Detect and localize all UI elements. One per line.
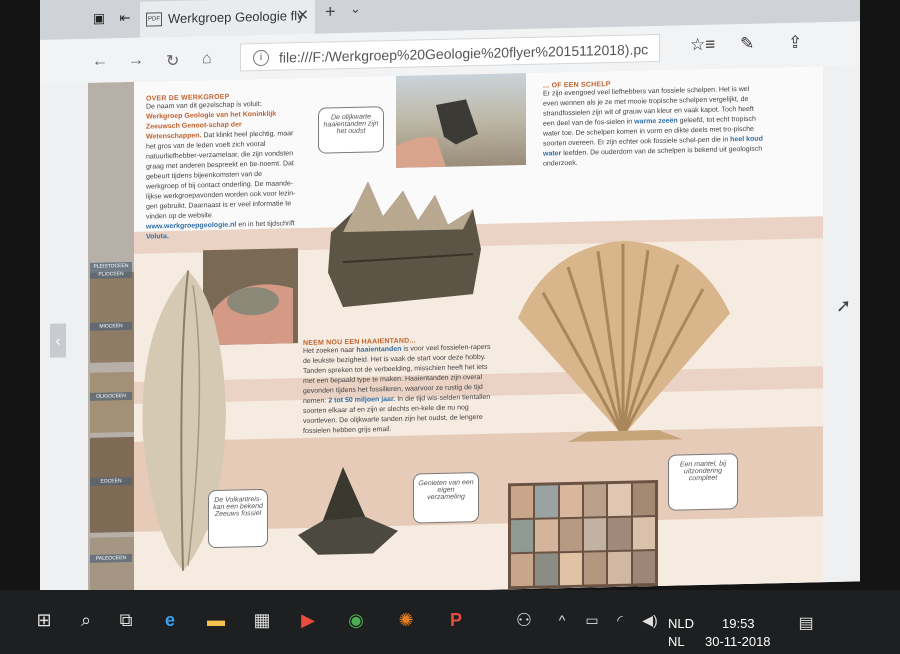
tab-title: Werkgroep Geologie fly (168, 8, 304, 27)
search-icon[interactable]: ⌕ (72, 606, 100, 634)
clock-date[interactable]: 30-11-2018 (705, 634, 771, 649)
tab-close-icon[interactable]: ✕ (296, 6, 309, 24)
refresh-icon[interactable]: ↻ (166, 51, 179, 71)
shark-tooth-icon (396, 99, 478, 168)
collection-cell (559, 552, 582, 586)
shark-text: Het zoeken naar haaientanden is voor vee… (303, 343, 491, 436)
scallop-shell-image (518, 240, 730, 443)
collection-cell (608, 517, 631, 551)
caption-bubble: De Volkantreis-kan een bekend Zeeuws fos… (208, 488, 268, 549)
action-center-icon[interactable]: ▤ (792, 610, 820, 638)
collection-cell (535, 485, 558, 518)
hand-tooth-photo (396, 72, 526, 168)
collection-cell (584, 518, 607, 551)
chevron-up-icon[interactable]: ^ (548, 606, 576, 634)
favorites-hub-icon[interactable]: ☆≡ (690, 35, 715, 56)
shell-section: ... OF EEN SCHELP Er zijn evengoed veel … (543, 78, 763, 170)
stripe-label: MIOCEEN (90, 321, 132, 331)
battery-icon[interactable]: ▭ (578, 606, 606, 634)
collection-cell (511, 519, 534, 553)
home-icon[interactable]: ⌂ (202, 50, 212, 68)
tab-menu-chevron-down-icon[interactable]: ⌄ (350, 1, 361, 17)
language-indicator[interactable]: NLD (668, 616, 694, 631)
shell-collection-photo (508, 479, 658, 590)
pen-icon[interactable]: ✎ (740, 34, 754, 54)
collection-cell (535, 519, 558, 552)
taskbar: ⊞ ⌕ ⧉ e ▬ ▦ ▶ ◉ ✺ P ⚇ ^ ▭ ◜ ◀) NLD NL 19… (0, 590, 900, 654)
task-view-icon[interactable]: ⧉ (112, 606, 140, 634)
media-player-icon[interactable]: ▶ (294, 606, 322, 634)
collection-cell (559, 484, 582, 518)
monitor-screen: ▣ ⇤ PDF Werkgroep Geologie fly ✕ + ⌄ ← →… (40, 0, 860, 600)
new-tab-button[interactable]: + (325, 1, 336, 22)
tab-preview-icon[interactable]: ▣ (90, 10, 108, 26)
share-icon[interactable]: ⇪ (788, 33, 802, 53)
previous-page-button[interactable]: ‹ (50, 323, 66, 358)
info-icon[interactable]: i (253, 49, 269, 67)
collection-cell (584, 552, 607, 585)
edge-icon[interactable]: e (156, 606, 184, 634)
large-shark-tooth-image (328, 181, 481, 308)
clock-time[interactable]: 19:53 (722, 616, 755, 631)
url-field[interactable]: i file:///F:/Werkgroep%20Geologie%20flye… (240, 33, 660, 72)
mouse-cursor-icon: ➚ (836, 295, 852, 316)
chrome-icon[interactable]: ◉ (342, 606, 370, 634)
set-aside-tabs-icon[interactable]: ⇤ (116, 10, 134, 26)
powerpoint-icon[interactable]: P (442, 606, 470, 634)
collection-cell (608, 551, 631, 585)
file-explorer-icon[interactable]: ▬ (202, 606, 230, 634)
store-icon[interactable]: ▦ (248, 606, 276, 634)
stripe-label: PLIOCEEN (90, 269, 132, 279)
collection-cell (632, 517, 655, 550)
shell-text: Er zijn evengoed veel liefhebbers van fo… (543, 85, 763, 168)
people-icon[interactable]: ⚇ (510, 606, 538, 634)
url-text: file:///F:/Werkgroep%20Geologie%20flyer%… (279, 41, 649, 66)
pdf-page: PLEISTOCEEN PLIOCEEN MIOCEEN OLIGOCEEN E… (88, 66, 823, 599)
stripe-label: EOCEEN (90, 476, 132, 486)
pdf-page-icon: PDF (146, 12, 162, 27)
tab-pdf[interactable]: PDF Werkgroep Geologie fly ✕ (140, 0, 315, 38)
collection-cell (535, 553, 558, 586)
windows-start-icon[interactable]: ⊞ (30, 606, 58, 634)
about-text: De naam van dit gezelschap is voluit: We… (146, 100, 296, 241)
settings-gear-icon[interactable]: ✺ (392, 606, 420, 634)
collection-cell (559, 518, 582, 552)
stripe-label: PALEOCEEN (90, 553, 132, 563)
keyboard-layout[interactable]: NL (668, 634, 685, 649)
wifi-icon[interactable]: ◜ (606, 606, 634, 634)
pdf-viewer: ‹ PLEISTOCEEN PLIOCEEN MIOCEEN OLIGOCEEN… (40, 65, 860, 600)
collection-cell (584, 484, 607, 517)
back-icon[interactable]: ← (92, 52, 108, 70)
website-link[interactable]: www.werkgroepgeologie.nl (146, 222, 236, 231)
collection-cell (511, 553, 534, 587)
caption-bubble: Een mantel, bij uitzondering compleet (668, 453, 738, 511)
shark-section: NEEM NOU EEN HAAIENTAND... Het zoeken na… (303, 336, 498, 437)
collection-cell (511, 485, 534, 519)
stripe-label: OLIGOCEEN (90, 391, 132, 401)
caption-bubble: Genieten van een eigen verzameling (413, 472, 479, 524)
collection-cell (632, 551, 655, 584)
caption-bubble: De olijkwarte haaientanden zijn het ouds… (318, 106, 384, 154)
forward-icon[interactable]: → (128, 52, 144, 70)
collection-cell (608, 483, 631, 517)
about-section: OVER DE WERKGROEP De naam van dit gezels… (146, 92, 296, 242)
collection-cell (632, 483, 655, 516)
volume-icon[interactable]: ◀) (636, 606, 664, 634)
small-shark-tooth-image (298, 467, 398, 555)
